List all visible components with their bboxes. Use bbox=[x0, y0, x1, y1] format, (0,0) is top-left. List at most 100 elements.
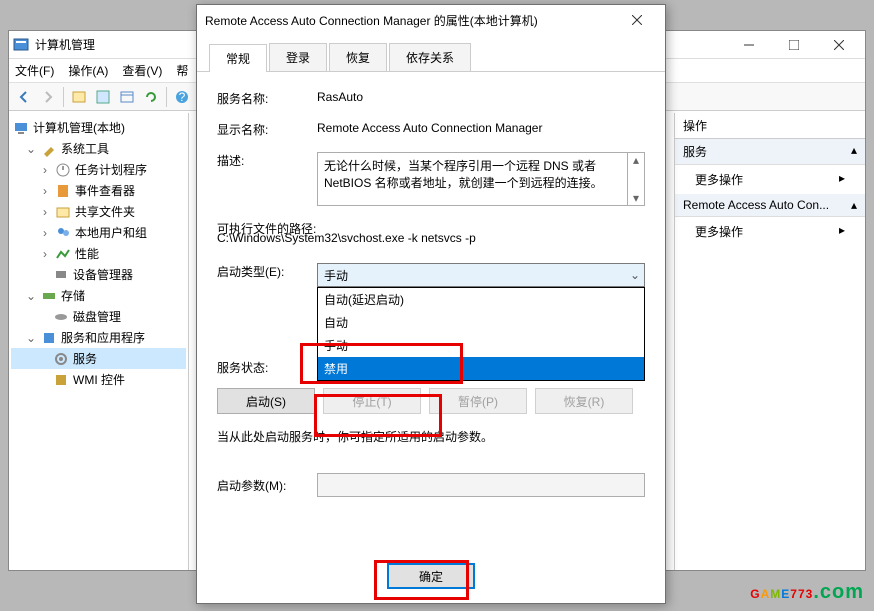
computer-icon bbox=[13, 120, 29, 136]
tree-tasksched[interactable]: ›任务计划程序 bbox=[11, 159, 186, 180]
tree-eventviewer[interactable]: ›事件查看器 bbox=[11, 180, 186, 201]
dd-disabled[interactable]: 禁用 bbox=[318, 357, 644, 380]
actions-section-rasauto[interactable]: Remote Access Auto Con...▴ bbox=[675, 194, 865, 217]
label-status: 服务状态: bbox=[217, 359, 317, 376]
dialog-close-button[interactable] bbox=[617, 6, 657, 34]
tree-users[interactable]: ›本地用户和组 bbox=[11, 222, 186, 243]
value-svcname: RasAuto bbox=[317, 90, 645, 107]
tab-deps[interactable]: 依存关系 bbox=[389, 43, 471, 71]
chevron-down-icon: ⌄ bbox=[630, 268, 640, 282]
label-dispname: 显示名称: bbox=[217, 121, 317, 138]
chevron-right-icon: ▸ bbox=[839, 223, 845, 237]
perf-icon bbox=[55, 246, 71, 262]
close-button[interactable] bbox=[816, 32, 861, 58]
back-button[interactable] bbox=[13, 86, 35, 108]
svg-text:?: ? bbox=[179, 90, 186, 104]
gear-icon bbox=[53, 351, 69, 367]
dd-manual[interactable]: 手动 bbox=[318, 334, 644, 357]
tree-panel[interactable]: 计算机管理(本地) ⌄系统工具 ›任务计划程序 ›事件查看器 ›共享文件夹 ›本… bbox=[9, 113, 189, 570]
label-startup: 启动类型(E): bbox=[217, 263, 317, 287]
expand-icon[interactable]: › bbox=[39, 226, 51, 240]
watermark: GAME773.com bbox=[750, 573, 864, 605]
event-icon bbox=[55, 183, 71, 199]
actions-more2[interactable]: 更多操作▸ bbox=[675, 217, 865, 246]
label-desc: 描述: bbox=[217, 152, 317, 206]
value-exepath: C:\Windows\System32\svchost.exe -k netsv… bbox=[217, 231, 645, 245]
wmi-icon bbox=[53, 372, 69, 388]
tree-root[interactable]: 计算机管理(本地) bbox=[11, 117, 186, 138]
dialog-titlebar: Remote Access Auto Connection Manager 的属… bbox=[197, 5, 665, 35]
label-svcname: 服务名称: bbox=[217, 90, 317, 107]
props2-button[interactable] bbox=[92, 86, 114, 108]
tab-recovery[interactable]: 恢复 bbox=[329, 43, 387, 71]
tree-devmgr[interactable]: 设备管理器 bbox=[11, 264, 186, 285]
tree-systools[interactable]: ⌄系统工具 bbox=[11, 138, 186, 159]
menu-file[interactable]: 文件(F) bbox=[15, 62, 54, 79]
pause-button[interactable]: 暂停(P) bbox=[429, 388, 527, 414]
minimize-button[interactable] bbox=[726, 32, 771, 58]
tools-icon bbox=[41, 141, 57, 157]
list-button[interactable] bbox=[116, 86, 138, 108]
actions-more1[interactable]: 更多操作▸ bbox=[675, 165, 865, 194]
chevron-right-icon: ▸ bbox=[839, 171, 845, 185]
clock-icon bbox=[55, 162, 71, 178]
folder-icon bbox=[55, 204, 71, 220]
app-icon bbox=[13, 37, 29, 53]
menu-help[interactable]: 帮 bbox=[176, 62, 188, 79]
stop-button[interactable]: 停止(T) bbox=[323, 388, 421, 414]
dialog-tabs: 常规 登录 恢复 依存关系 bbox=[197, 35, 665, 72]
help-button[interactable]: ? bbox=[171, 86, 193, 108]
menu-view[interactable]: 查看(V) bbox=[122, 62, 162, 79]
menu-action[interactable]: 操作(A) bbox=[68, 62, 108, 79]
start-button[interactable]: 启动(S) bbox=[217, 388, 315, 414]
label-param: 启动参数(M): bbox=[217, 477, 317, 494]
tree-svcapps[interactable]: ⌄服务和应用程序 bbox=[11, 327, 186, 348]
ok-button[interactable]: 确定 bbox=[387, 563, 475, 589]
startup-selected: 手动 bbox=[318, 264, 644, 287]
tree-wmi[interactable]: WMI 控件 bbox=[11, 369, 186, 390]
dd-auto-delayed[interactable]: 自动(延迟启动) bbox=[318, 288, 644, 311]
up-button[interactable] bbox=[68, 86, 90, 108]
expand-icon[interactable]: › bbox=[39, 184, 51, 198]
chevron-up-icon: ▴ bbox=[851, 143, 857, 160]
actions-header: 操作 bbox=[675, 113, 865, 139]
refresh-button[interactable] bbox=[140, 86, 162, 108]
startup-dropdown: 自动(延迟启动) 自动 手动 禁用 bbox=[317, 287, 645, 381]
users-icon bbox=[55, 225, 71, 241]
tab-logon[interactable]: 登录 bbox=[269, 43, 327, 71]
scroll-down-button[interactable]: ▾ bbox=[628, 191, 644, 205]
expand-icon[interactable]: › bbox=[39, 205, 51, 219]
description-box[interactable]: 无论什么时候，当某个程序引用一个远程 DNS 或者 NetBIOS 名称或者地址… bbox=[317, 152, 628, 206]
disk-icon bbox=[53, 309, 69, 325]
properties-dialog: Remote Access Auto Connection Manager 的属… bbox=[196, 4, 666, 604]
dialog-body: 服务名称: RasAuto 显示名称: Remote Access Auto C… bbox=[197, 72, 665, 539]
dialog-footer: 确定 bbox=[197, 563, 665, 603]
actions-panel: 操作 服务▴ 更多操作▸ Remote Access Auto Con...▴ … bbox=[675, 113, 865, 570]
forward-button[interactable] bbox=[37, 86, 59, 108]
collapse-icon[interactable]: ⌄ bbox=[25, 289, 37, 303]
expand-icon[interactable]: › bbox=[39, 247, 51, 261]
storage-icon bbox=[41, 288, 57, 304]
maximize-button[interactable] bbox=[771, 32, 816, 58]
param-input[interactable] bbox=[317, 473, 645, 497]
tab-general[interactable]: 常规 bbox=[209, 44, 267, 72]
tree-services[interactable]: 服务 bbox=[11, 348, 186, 369]
device-icon bbox=[53, 267, 69, 283]
apps-icon bbox=[41, 330, 57, 346]
tree-shared[interactable]: ›共享文件夹 bbox=[11, 201, 186, 222]
scroll-up-button[interactable]: ▴ bbox=[628, 153, 644, 167]
value-dispname: Remote Access Auto Connection Manager bbox=[317, 121, 645, 138]
expand-icon[interactable]: › bbox=[39, 163, 51, 177]
hint-text: 当从此处启动服务时，你可指定所适用的启动参数。 bbox=[217, 428, 645, 445]
tree-perf[interactable]: ›性能 bbox=[11, 243, 186, 264]
chevron-up-icon: ▴ bbox=[851, 198, 857, 212]
collapse-icon[interactable]: ⌄ bbox=[25, 331, 37, 345]
dd-auto[interactable]: 自动 bbox=[318, 311, 644, 334]
startup-type-select[interactable]: 手动 ⌄ 自动(延迟启动) 自动 手动 禁用 bbox=[317, 263, 645, 287]
tree-diskmgr[interactable]: 磁盘管理 bbox=[11, 306, 186, 327]
tree-storage[interactable]: ⌄存储 bbox=[11, 285, 186, 306]
actions-section-services[interactable]: 服务▴ bbox=[675, 139, 865, 165]
resume-button[interactable]: 恢复(R) bbox=[535, 388, 633, 414]
collapse-icon[interactable]: ⌄ bbox=[25, 142, 37, 156]
dialog-title: Remote Access Auto Connection Manager 的属… bbox=[205, 12, 617, 29]
